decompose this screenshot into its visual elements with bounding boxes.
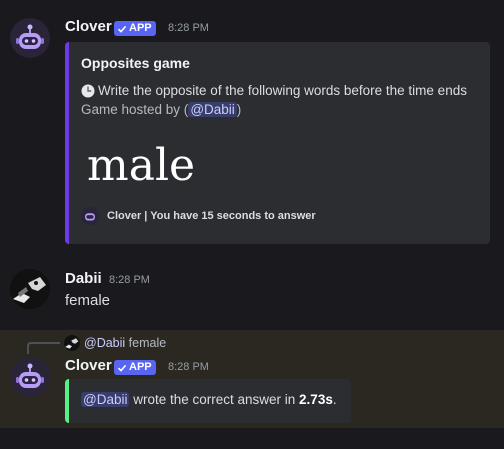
target-word: male (87, 140, 196, 191)
embed-accent-bar (65, 42, 69, 244)
message-timestamp[interactable]: 8:28 PM (168, 22, 209, 34)
clock-icon (81, 84, 95, 97)
dabii-avatar[interactable] (10, 269, 50, 309)
user-mention[interactable]: @Dabii (188, 102, 237, 117)
message-author[interactable]: Clover (65, 357, 112, 374)
user-avatar-icon (10, 269, 50, 309)
user-avatar-icon (64, 335, 80, 351)
robot-avatar-icon (10, 357, 50, 397)
badge-label: APP (129, 361, 152, 373)
footer-avatar (81, 207, 99, 225)
embed-footer-text: Clover | You have 15 seconds to answer (107, 210, 316, 222)
hosted-suffix: ) (236, 102, 242, 117)
embed-hosted-by: Game hosted by (@Dabii) (81, 102, 241, 117)
clover-avatar[interactable] (10, 357, 50, 397)
message-timestamp[interactable]: 8:28 PM (168, 361, 209, 373)
app-badge: APP (114, 21, 156, 36)
checkmark-icon (117, 364, 127, 372)
robot-footer-icon (81, 207, 99, 225)
embed-accent-bar (65, 379, 69, 423)
result-text-after: . (332, 392, 337, 407)
result-text: @Dabii wrote the correct answer in 2.73s… (81, 392, 337, 407)
checkmark-icon (117, 25, 127, 33)
result-embed: @Dabii wrote the correct answer in 2.73s… (65, 379, 351, 423)
app-badge: APP (114, 360, 156, 375)
hosted-prefix: Game hosted by ( (81, 102, 189, 117)
message-author[interactable]: Clover (65, 18, 112, 35)
embed-description-text: Write the opposite of the following word… (98, 83, 467, 98)
message-author[interactable]: Dabii (65, 270, 102, 287)
embed-description: Write the opposite of the following word… (81, 83, 467, 98)
embed-title: Opposites game (81, 55, 190, 71)
reply-avatar (64, 335, 80, 351)
message-content: female (65, 292, 111, 309)
badge-label: APP (129, 22, 152, 34)
result-text-before: wrote the correct answer in (129, 392, 300, 407)
reply-spine (27, 342, 60, 354)
reply-mention[interactable]: @Dabii (84, 336, 125, 350)
clover-avatar[interactable] (10, 18, 50, 58)
robot-avatar-icon (10, 18, 50, 58)
game-embed: Opposites game Write the opposite of the… (65, 42, 490, 244)
reply-text: female (128, 336, 167, 350)
answer-time: 2.73s (299, 392, 333, 407)
reply-preview[interactable]: @Dabii female (84, 336, 166, 350)
user-mention[interactable]: @Dabii (81, 392, 130, 407)
message-timestamp[interactable]: 8:28 PM (109, 274, 150, 286)
